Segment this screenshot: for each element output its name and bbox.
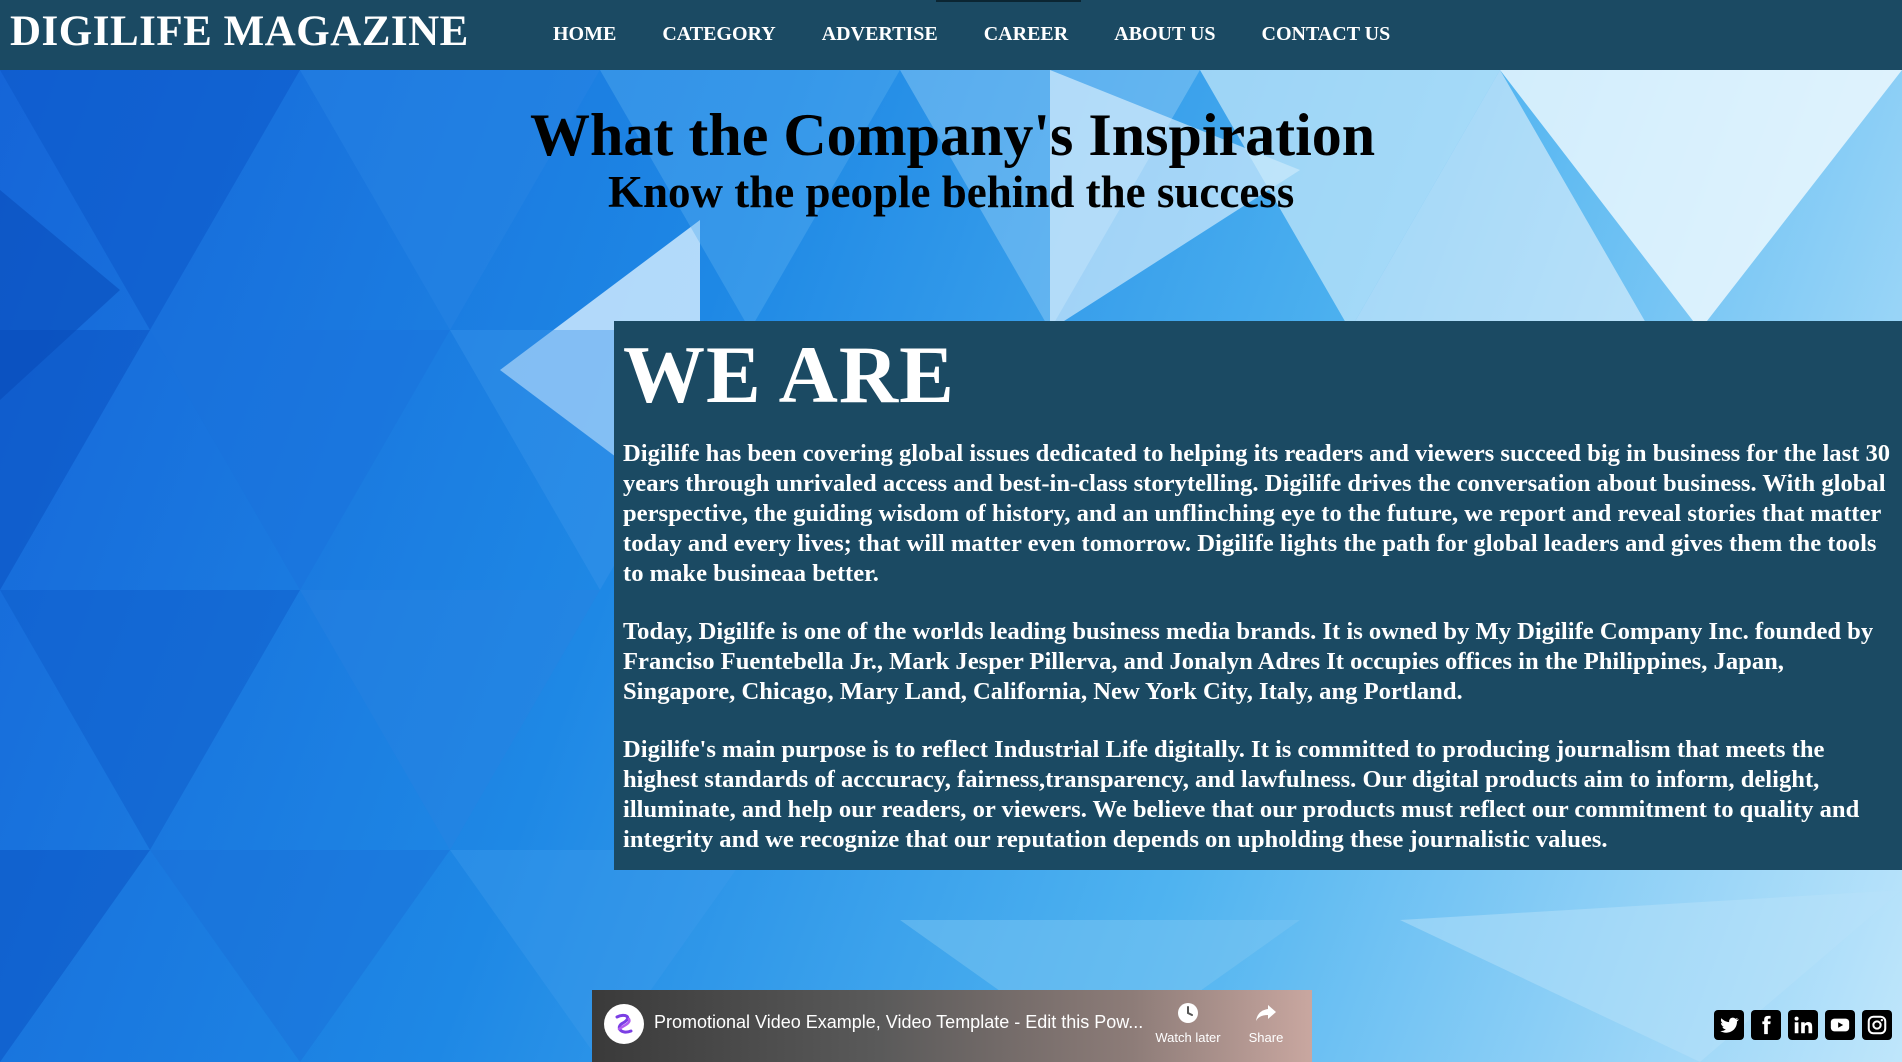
nav-advertise[interactable]: ADVERTISE	[822, 22, 938, 46]
header-accent-bar	[936, 0, 1081, 2]
video-embed[interactable]: Promotional Video Example, Video Templat…	[592, 990, 1312, 1062]
about-paragraph-3: Digilife's main purpose is to reflect In…	[623, 736, 1860, 853]
nav-about-us[interactable]: ABOUT US	[1114, 22, 1215, 46]
about-panel: WE ARE Digilife has been covering global…	[614, 321, 1902, 870]
page-title: What the Company's Inspiration	[530, 102, 1376, 168]
about-paragraph-1: Digilife has been covering global issues…	[623, 440, 1891, 587]
page-subtitle: Know the people behind the success	[608, 167, 1295, 217]
clock-icon	[1178, 1003, 1198, 1023]
channel-avatar[interactable]	[604, 1004, 644, 1044]
nav-career[interactable]: CAREER	[984, 22, 1068, 46]
site-header: DIGILIFE MAGAZINE HOME CATEGORY ADVERTIS…	[0, 0, 1902, 70]
instagram-icon[interactable]	[1862, 1010, 1892, 1040]
youtube-icon[interactable]	[1825, 1010, 1855, 1040]
main-nav: HOME CATEGORY ADVERTISE CAREER ABOUT US …	[553, 22, 1436, 46]
facebook-icon[interactable]	[1751, 1010, 1781, 1040]
nav-category[interactable]: CATEGORY	[662, 22, 775, 46]
twitter-icon[interactable]	[1714, 1010, 1744, 1040]
share-button[interactable]: Share	[1226, 1000, 1306, 1045]
linkedin-icon[interactable]	[1788, 1010, 1818, 1040]
share-arrow-icon	[1256, 1005, 1276, 1021]
social-links	[1714, 1010, 1892, 1040]
about-paragraph-2: Today, Digilife is one of the worlds lea…	[623, 618, 1874, 705]
nav-home[interactable]: HOME	[553, 22, 616, 46]
nav-contact-us[interactable]: CONTACT US	[1262, 22, 1391, 46]
about-heading: WE ARE	[623, 329, 955, 420]
watch-later-button[interactable]: Watch later	[1148, 1000, 1228, 1045]
channel-logo-icon	[615, 1013, 633, 1034]
share-label: Share	[1248, 1030, 1284, 1045]
video-title[interactable]: Promotional Video Example, Video Templat…	[654, 1011, 1143, 1033]
site-logo[interactable]: DIGILIFE MAGAZINE	[10, 7, 469, 57]
watch-later-label: Watch later	[1155, 1030, 1221, 1045]
